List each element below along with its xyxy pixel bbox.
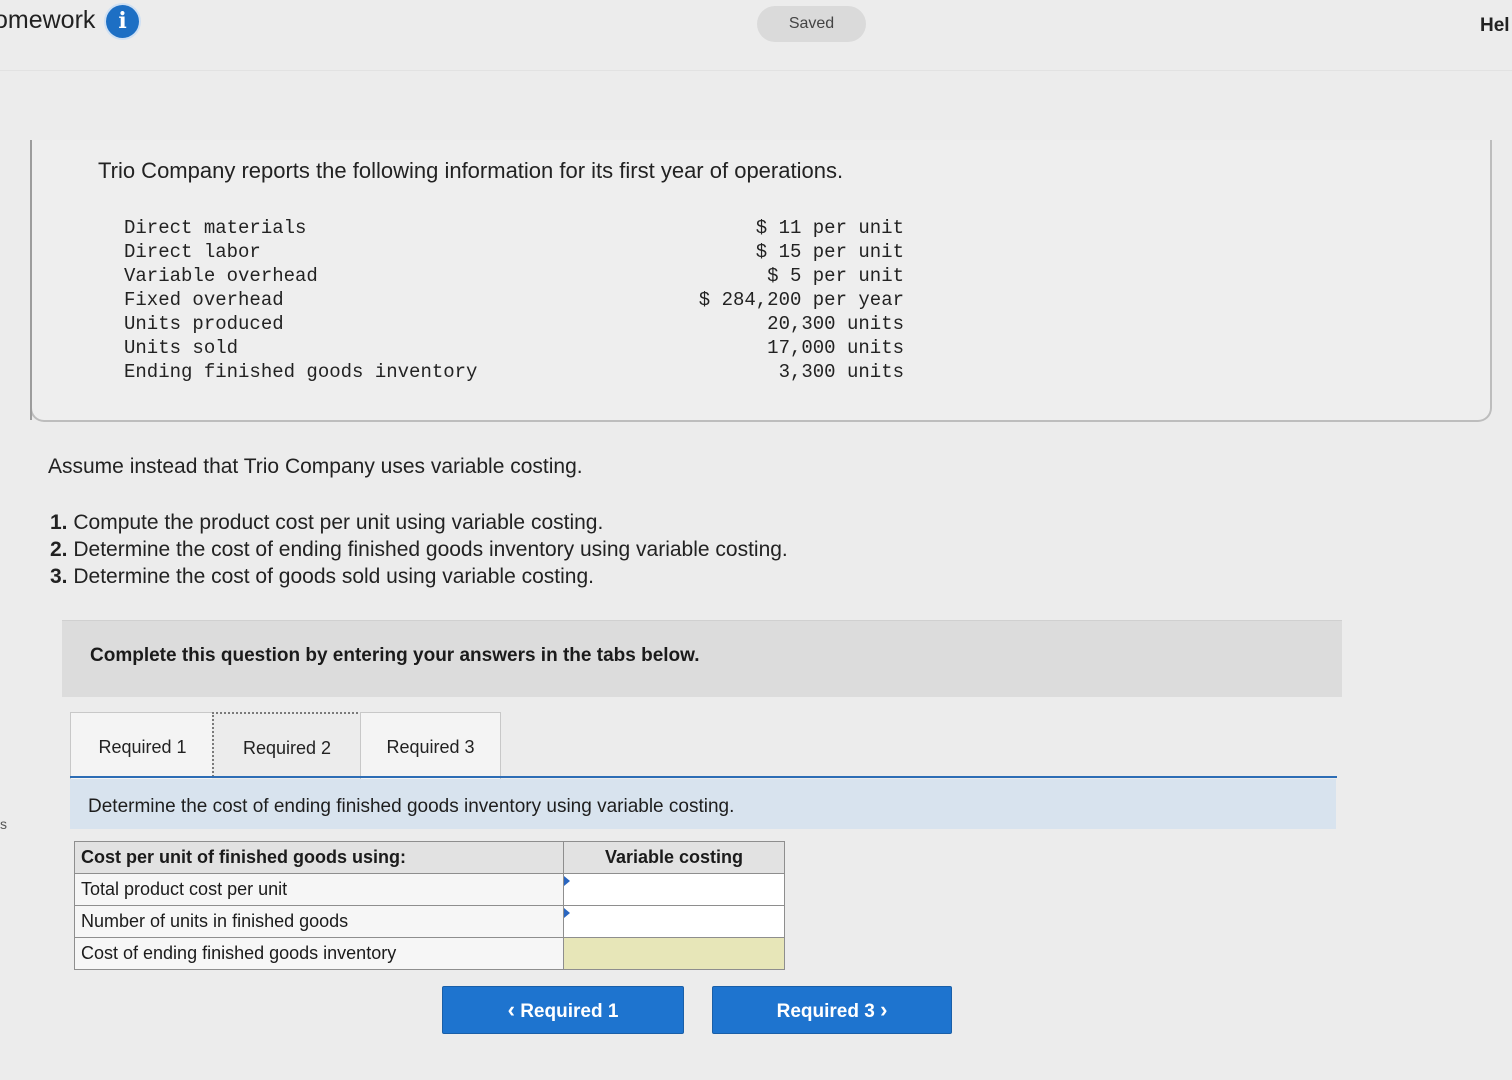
info-icon[interactable]: i (106, 5, 139, 38)
row-label: Ending finished goods inventory (124, 361, 478, 383)
table-row: Cost of ending finished goods inventory (74, 937, 785, 970)
row-value: $ 15 per unit (755, 241, 904, 263)
row-label: Direct materials (124, 217, 307, 239)
row-label: Fixed overhead (124, 289, 284, 311)
requirement-number: 1. (50, 511, 68, 534)
problem-intro: Trio Company reports the following infor… (98, 158, 844, 183)
row-value: $ 284,200 per year (698, 289, 904, 311)
requirement-number: 3. (50, 565, 68, 588)
column-header-variable-costing: Variable costing (563, 841, 785, 874)
row-label: Total product cost per unit (74, 873, 564, 906)
table-row: Number of units in finished goods (74, 905, 785, 938)
table-row: Total product cost per unit (74, 873, 785, 906)
question-prompt-bar: Determine the cost of ending finished go… (70, 779, 1336, 829)
row-value: $ 11 per unit (755, 217, 904, 239)
row-value: 3,300 units (778, 361, 904, 383)
chevron-left-icon: ‹ (507, 997, 515, 1022)
requirement-text: Compute the product cost per unit using … (67, 511, 604, 534)
table-row: Direct labor $ 15 per unit (124, 240, 924, 264)
requirements-list: 1. Compute the product cost per unit usi… (50, 509, 788, 590)
saved-status-badge: Saved (757, 6, 866, 42)
requirement-number: 2. (50, 538, 68, 561)
table-row: Fixed overhead $ 284,200 per year (124, 288, 924, 312)
row-label: Units produced (124, 313, 284, 335)
table-header-row: Cost per unit of finished goods using: V… (74, 841, 785, 874)
caret-icon (564, 876, 570, 886)
table-row: Direct materials $ 11 per unit (124, 216, 924, 240)
question-prompt: Determine the cost of ending finished go… (88, 796, 735, 817)
problem-data-table: Direct materials $ 11 per unit Direct la… (124, 216, 924, 384)
table-row: Units produced 20,300 units (124, 312, 924, 336)
list-item: 1. Compute the product cost per unit usi… (50, 509, 788, 536)
tab-divider (70, 776, 1337, 778)
answer-table: Cost per unit of finished goods using: V… (74, 841, 785, 970)
computed-cell (563, 937, 785, 970)
row-value: $ 5 per unit (767, 265, 904, 287)
tab-required-1[interactable]: Required 1 (70, 712, 215, 782)
caret-icon (564, 908, 570, 918)
app-title: omework (0, 6, 96, 34)
next-button-label: Required 3 (776, 1001, 875, 1022)
instruction-banner: Complete this question by entering your … (62, 620, 1342, 697)
table-row: Units sold 17,000 units (124, 336, 924, 360)
row-label: Cost of ending finished goods inventory (74, 937, 564, 970)
next-required-3-button[interactable]: Required 3 › (712, 986, 952, 1034)
row-value: 17,000 units (767, 337, 904, 359)
row-label: Units sold (124, 337, 239, 359)
tab-required-3[interactable]: Required 3 (360, 712, 501, 782)
assumption-text: Assume instead that Trio Company uses va… (48, 455, 583, 478)
top-bar: omework i Saved Hel (0, 0, 1512, 71)
row-label: Variable overhead (124, 265, 318, 287)
units-in-finished-goods-input[interactable] (564, 906, 784, 937)
row-label: Direct labor (124, 241, 261, 263)
list-item: 2. Determine the cost of ending finished… (50, 536, 788, 563)
side-letter: s (0, 816, 7, 832)
table-row: Ending finished goods inventory 3,300 un… (124, 360, 924, 384)
banner-text: Complete this question by entering your … (90, 645, 700, 666)
total-product-cost-input[interactable] (564, 874, 784, 905)
list-item: 3. Determine the cost of goods sold usin… (50, 563, 788, 590)
help-link[interactable]: Hel (1480, 15, 1510, 37)
prev-required-1-button[interactable]: ‹ Required 1 (442, 986, 684, 1034)
requirement-text: Determine the cost of ending finished go… (67, 538, 788, 561)
tab-required-2[interactable]: Required 2 (212, 712, 362, 784)
column-header-label: Cost per unit of finished goods using: (74, 841, 564, 874)
table-row: Variable overhead $ 5 per unit (124, 264, 924, 288)
answer-cell[interactable] (563, 873, 785, 906)
ending-inventory-cost-field (564, 938, 784, 969)
homework-page: omework i Saved Hel s Trio Company repor… (0, 0, 1512, 1080)
answer-cell[interactable] (563, 905, 785, 938)
requirement-text: Determine the cost of goods sold using v… (67, 565, 594, 588)
row-value: 20,300 units (767, 313, 904, 335)
prev-button-label: Required 1 (520, 1001, 619, 1022)
row-label: Number of units in finished goods (74, 905, 564, 938)
chevron-right-icon: › (880, 997, 888, 1022)
